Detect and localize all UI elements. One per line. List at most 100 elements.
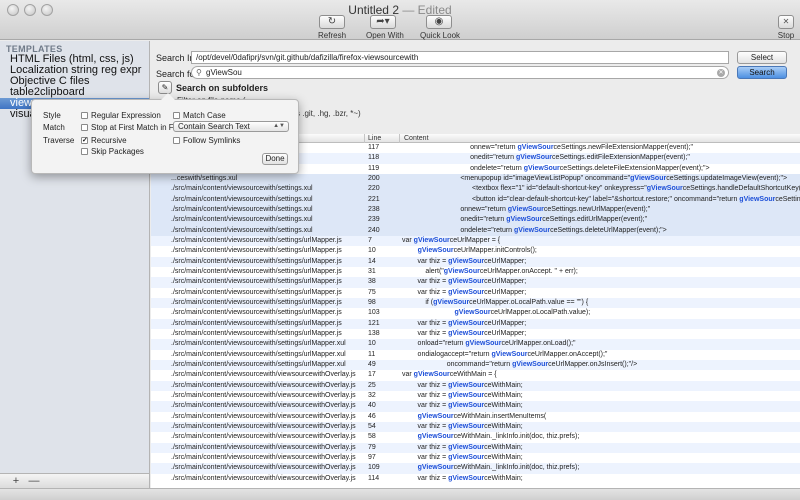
table-row[interactable]: ./src/main/content/viewsourcewith/settin… <box>151 308 800 318</box>
table-row[interactable]: ./src/main/content/viewsourcewith/settin… <box>151 256 800 267</box>
table-row[interactable]: ./src/main/content/viewsourcewith/settin… <box>151 204 800 216</box>
table-row[interactable]: ./src/main/content/viewsourcewith/settin… <box>151 277 800 288</box>
line-cell: 10 <box>368 247 376 255</box>
content-after: ceSettings.deleteUrlMapper(event);"> <box>550 226 667 234</box>
file-cell: ./src/main/content/viewsourcewith/settin… <box>171 205 313 213</box>
table-row[interactable]: ./src/main/content/viewsourcewith/viewso… <box>151 412 800 422</box>
table-row[interactable]: ./src/main/content/viewsourcewith/settin… <box>151 297 800 309</box>
table-row[interactable]: ./src/main/content/viewsourcewith/settin… <box>151 225 800 236</box>
content-match: gViewSour <box>448 443 485 451</box>
content-after: ceUrlMapper.initControls(); <box>453 247 537 255</box>
column-header-content[interactable]: Content <box>404 134 429 143</box>
line-cell: 114 <box>368 474 380 482</box>
content-before: var thiz = <box>402 288 449 296</box>
select-folder-button[interactable]: Select <box>737 51 787 64</box>
content-before: var thiz = <box>402 402 449 410</box>
content-after: ceWithMain._linkInfo.init(doc, thiz.pref… <box>453 433 580 441</box>
table-row[interactable]: ...ceswith/settings.xul 200 <menupopup id… <box>151 173 800 185</box>
table-row[interactable]: ./src/main/content/viewsourcewith/settin… <box>151 267 800 277</box>
content-cell: var gViewSourceUrlMapper = { <box>402 236 800 246</box>
file-cell: ./src/main/content/viewsourcewith/viewso… <box>171 464 356 472</box>
done-button[interactable]: Done <box>262 153 288 165</box>
table-row[interactable]: ./src/main/content/viewsourcewith/settin… <box>151 350 800 360</box>
table-row[interactable]: ./src/main/content/viewsourcewith/settin… <box>151 246 800 256</box>
search-query-input[interactable]: ⚲ gViewSou ✕ <box>191 66 729 79</box>
stop-button[interactable]: ✕ Stop <box>775 15 797 40</box>
table-row[interactable]: ./src/main/content/viewsourcewith/viewso… <box>151 421 800 433</box>
stop-first-match-checkbox[interactable]: Stop at First Match in File <box>81 123 182 132</box>
content-match: gViewSour <box>448 422 485 430</box>
content-after: ceSettings.editFileExtensionMapper(event… <box>552 154 690 162</box>
column-separator[interactable] <box>399 134 400 143</box>
search-button[interactable]: Search <box>737 66 787 79</box>
content-before: <button id="clear-default-shortcut-key" … <box>402 195 740 203</box>
table-row[interactable]: ./src/main/content/viewsourcewith/settin… <box>151 215 800 226</box>
table-row[interactable]: ./src/main/content/viewsourcewith/settin… <box>151 288 800 298</box>
share-arrow-icon: ➦▾ <box>370 15 396 29</box>
line-cell: 75 <box>368 288 376 296</box>
content-after: ceWithMain; <box>484 474 523 482</box>
file-cell: ./src/main/content/viewsourcewith/viewso… <box>171 412 356 420</box>
quick-look-button[interactable]: ◉ Quick Look <box>420 15 460 40</box>
content-after: ceUrlMapper.onAccept. " + err); <box>479 267 578 275</box>
content-match: gViewSour <box>448 329 485 337</box>
match-mode-select[interactable]: Contain Search Text ▲▼ <box>173 121 289 132</box>
table-row[interactable]: ./src/main/content/viewsourcewith/viewso… <box>151 380 800 391</box>
content-before <box>402 413 418 420</box>
regex-checkbox[interactable]: Regular Expression <box>81 111 161 120</box>
table-row[interactable]: ./src/main/content/viewsourcewith/viewso… <box>151 370 800 380</box>
match-case-checkbox[interactable]: Match Case <box>173 111 226 120</box>
file-cell: ./src/main/content/viewsourcewith/viewso… <box>171 474 356 482</box>
table-row[interactable]: ./src/main/content/viewsourcewith/settin… <box>151 235 800 247</box>
column-separator[interactable] <box>364 134 365 143</box>
content-cell: onedit="return gViewSourceSettings.editF… <box>402 153 800 163</box>
content-after: ceUrlMapper; <box>484 329 527 337</box>
file-cell: ./src/main/content/viewsourcewith/viewso… <box>171 453 356 461</box>
file-cell: ./src/main/content/viewsourcewith/settin… <box>171 257 342 265</box>
table-row[interactable]: ./src/main/content/viewsourcewith/settin… <box>151 318 800 329</box>
follow-symlinks-checkbox[interactable]: Follow Symlinks <box>173 136 240 145</box>
table-row[interactable]: ./src/main/content/viewsourcewith/viewso… <box>151 391 800 401</box>
clear-search-icon[interactable]: ✕ <box>717 69 725 77</box>
table-row[interactable]: ./src/main/content/viewsourcewith/viewso… <box>151 432 800 442</box>
content-match: gViewSour <box>448 257 485 265</box>
add-template-button[interactable]: + <box>8 475 24 487</box>
content-cell: <textbox flex="1" id="default-shortcut-k… <box>402 184 800 194</box>
column-header-line[interactable]: Line <box>368 134 381 143</box>
table-row[interactable]: ./src/main/content/viewsourcewith/settin… <box>151 339 800 350</box>
table-row[interactable]: ./src/main/content/viewsourcewith/settin… <box>151 184 800 195</box>
content-after: ceUrlMapper; <box>484 257 527 265</box>
stop-first-match-label: Stop at First Match in File <box>91 123 182 132</box>
content-after: ceWithMain; <box>484 381 523 389</box>
line-cell: 40 <box>368 402 376 410</box>
content-before: var thiz = <box>402 329 449 337</box>
open-with-button[interactable]: ➦▾ Open With <box>366 15 404 40</box>
remove-template-button[interactable]: — <box>26 475 42 487</box>
table-row[interactable]: ./src/main/content/viewsourcewith/viewso… <box>151 453 800 463</box>
table-row[interactable]: ./src/main/content/viewsourcewith/settin… <box>151 329 800 339</box>
table-row[interactable]: ./src/main/content/viewsourcewith/viewso… <box>151 401 800 412</box>
file-cell: ./src/main/content/viewsourcewith/settin… <box>171 309 342 317</box>
window-toolbar: Untitled 2 — Edited ↻ Refresh ➦▾ Open Wi… <box>0 0 800 40</box>
match-case-label: Match Case <box>183 111 226 120</box>
content-before: <menupopup id="imageViewListPopup" oncom… <box>402 174 631 182</box>
table-row[interactable]: ./src/main/content/viewsourcewith/settin… <box>151 194 800 205</box>
content-after: ceUrlMapper; <box>484 278 527 286</box>
content-before: ondelete="return <box>402 226 515 234</box>
line-cell: 79 <box>368 443 376 451</box>
table-row[interactable]: ./src/main/content/viewsourcewith/viewso… <box>151 442 800 453</box>
refresh-label: Refresh <box>318 31 347 40</box>
content-after: ceUrlMapper.oLocalPath.value); <box>490 309 591 317</box>
content-before: var thiz = <box>402 381 449 389</box>
refresh-button[interactable]: ↻ Refresh <box>318 15 346 40</box>
recursive-checkbox[interactable]: ✓ Recursive <box>81 136 127 145</box>
skip-packages-checkbox[interactable]: Skip Packages <box>81 147 144 156</box>
search-in-field[interactable]: /opt/devel/0dafiprj/svn/git.github/dafiz… <box>191 51 729 64</box>
content-cell: gViewSourceWithMain._linkInfo.init(doc, … <box>402 432 800 442</box>
content-cell: ondelete="return gViewSourceSettings.del… <box>402 226 800 236</box>
table-row[interactable]: ./src/main/content/viewsourcewith/viewso… <box>151 463 800 474</box>
table-row[interactable]: ./src/main/content/viewsourcewith/viewso… <box>151 474 800 484</box>
table-row[interactable]: ./src/main/content/viewsourcewith/settin… <box>151 359 800 371</box>
content-before: onedit="return <box>402 216 507 224</box>
content-before: onload="return <box>402 340 466 348</box>
